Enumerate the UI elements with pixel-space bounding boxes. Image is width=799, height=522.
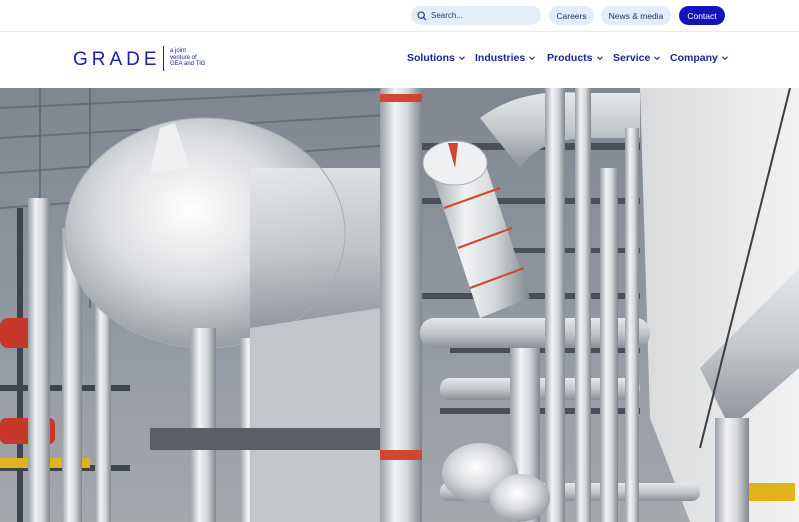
- logo-tagline-line: GEA and TIG: [170, 61, 206, 67]
- news-media-link[interactable]: News & media: [601, 6, 671, 25]
- utility-bar: Careers News & media Contact: [0, 0, 799, 31]
- chevron-down-icon: [654, 56, 661, 61]
- nav-solutions[interactable]: Solutions: [407, 52, 466, 64]
- nav-label: Solutions: [407, 52, 455, 64]
- nav-products[interactable]: Products: [547, 52, 604, 64]
- hero-image: [0, 88, 799, 522]
- nav-service[interactable]: Service: [613, 52, 661, 64]
- contact-button[interactable]: Contact: [679, 6, 725, 25]
- hero-industrial-pipes-illustration: [0, 88, 799, 522]
- chevron-down-icon: [721, 56, 728, 61]
- chevron-down-icon: [458, 56, 465, 61]
- nav-industries[interactable]: Industries: [475, 52, 536, 64]
- careers-link[interactable]: Careers: [549, 6, 594, 25]
- search-box[interactable]: [411, 6, 541, 25]
- chevron-down-icon: [596, 56, 603, 61]
- nav-label: Industries: [475, 52, 526, 64]
- logo-separator: [163, 46, 164, 71]
- logo-wordmark[interactable]: GRADE: [73, 49, 161, 71]
- nav-company[interactable]: Company: [670, 52, 729, 64]
- nav-label: Company: [670, 52, 718, 64]
- search-input[interactable]: [431, 11, 531, 20]
- nav-label: Service: [613, 52, 651, 64]
- search-icon: [417, 10, 427, 21]
- logo-tagline: a joint venture of GEA and TIG: [170, 48, 215, 68]
- nav-label: Products: [547, 52, 593, 64]
- main-header: GRADE a joint venture of GEA and TIG Sol…: [0, 32, 799, 88]
- chevron-down-icon: [529, 56, 536, 61]
